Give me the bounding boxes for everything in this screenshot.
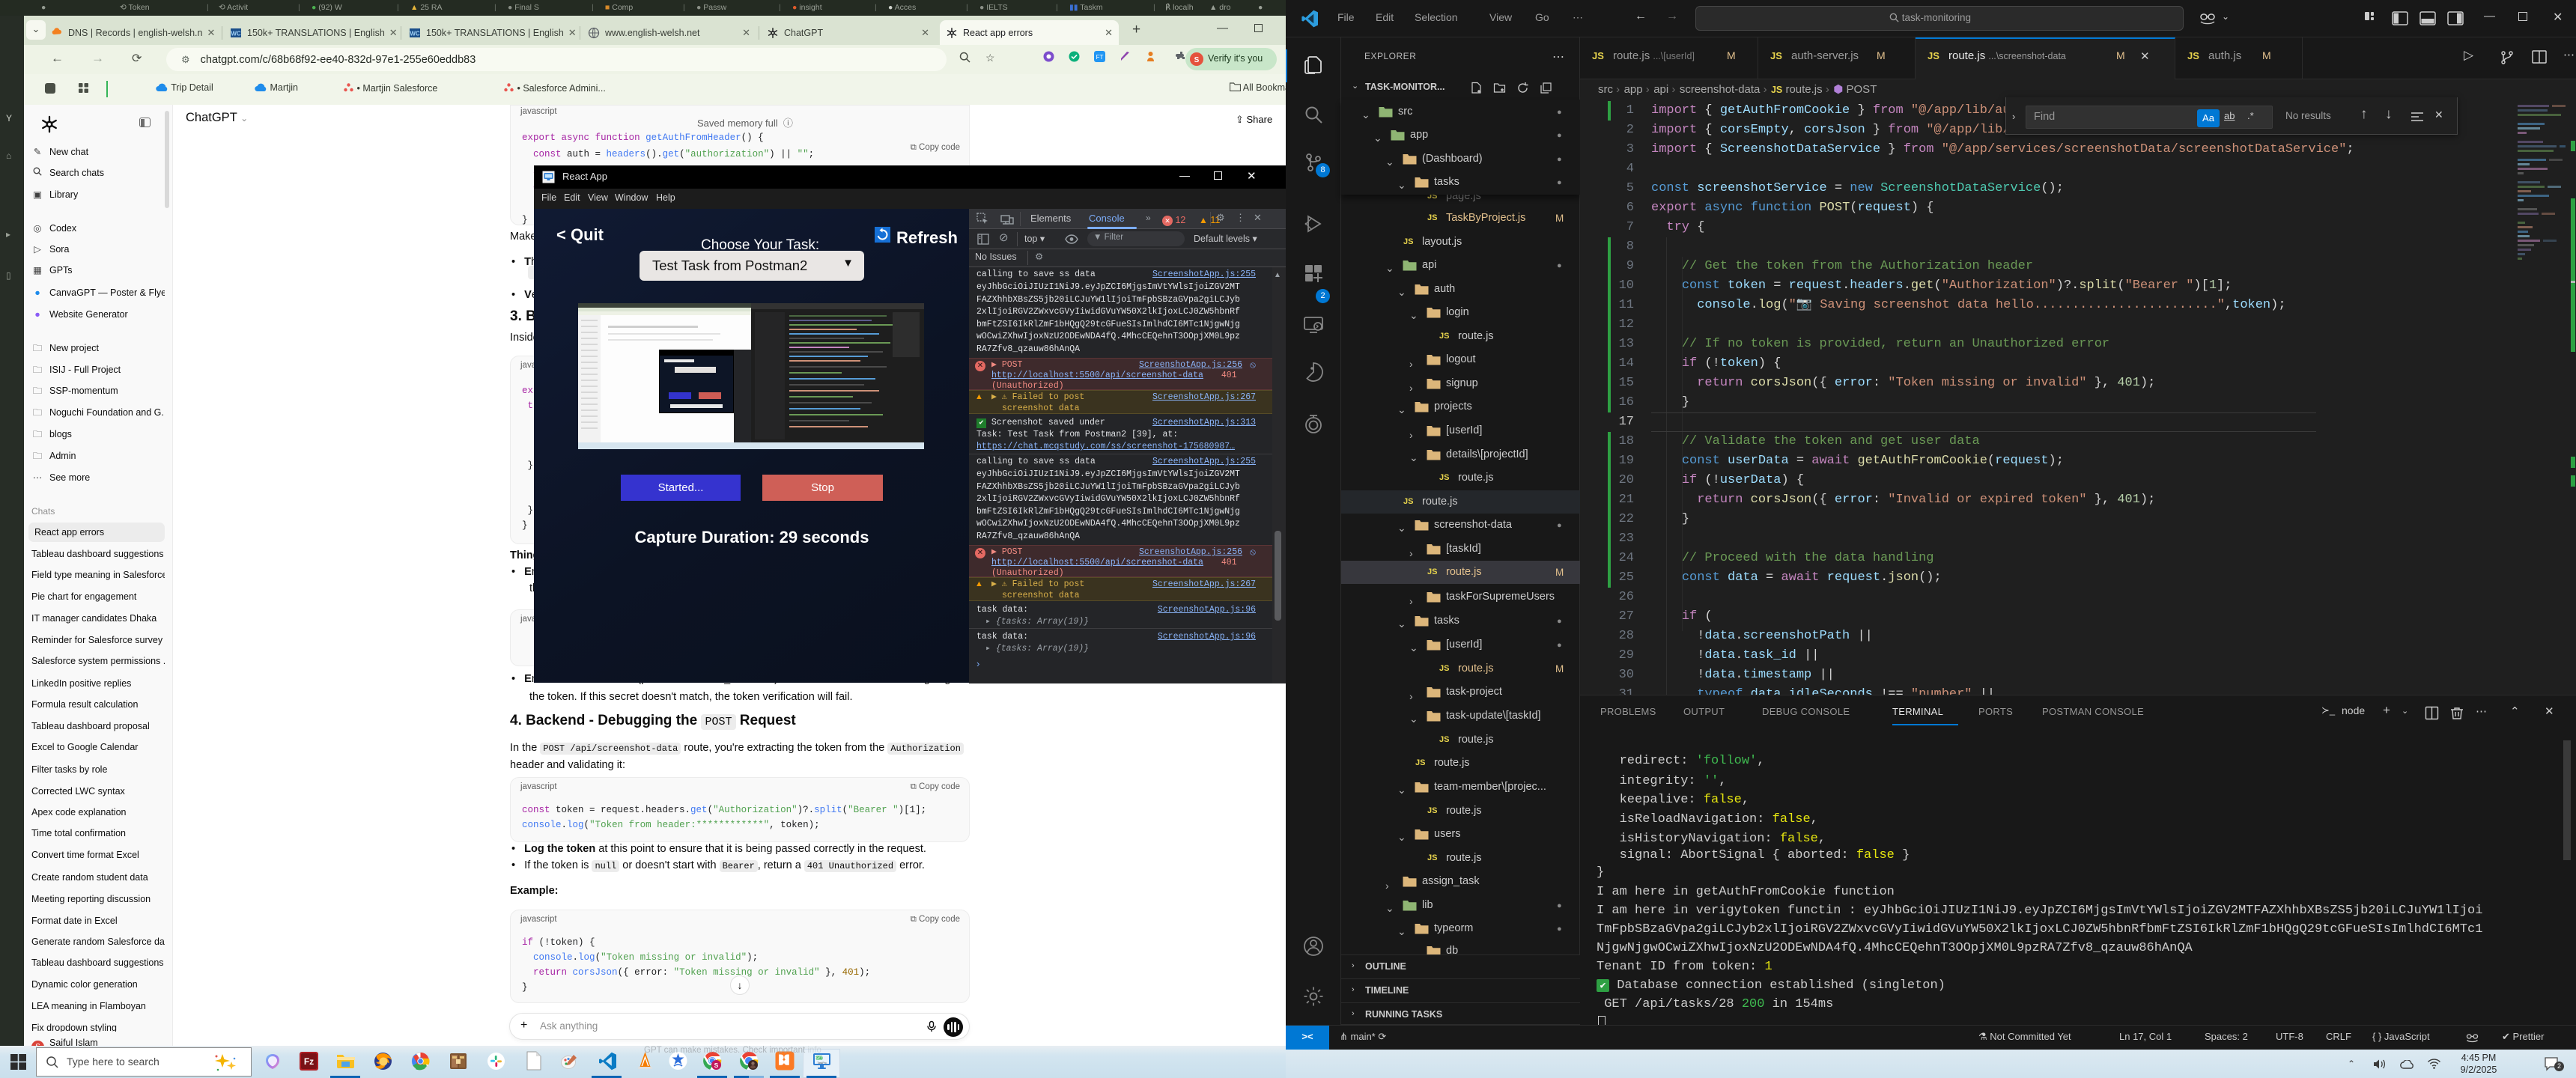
svg-text:Fz: Fz	[304, 1056, 314, 1067]
svg-text:S: S	[1194, 56, 1200, 64]
svg-text:GET: GET	[815, 1056, 823, 1060]
svg-text:WC: WC	[410, 30, 420, 37]
svg-text:S: S	[714, 1062, 719, 1069]
svg-text:FT: FT	[1096, 54, 1104, 61]
svg-text:WC: WC	[231, 30, 241, 37]
svg-text:TaskPro: TaskPro	[817, 1062, 826, 1065]
